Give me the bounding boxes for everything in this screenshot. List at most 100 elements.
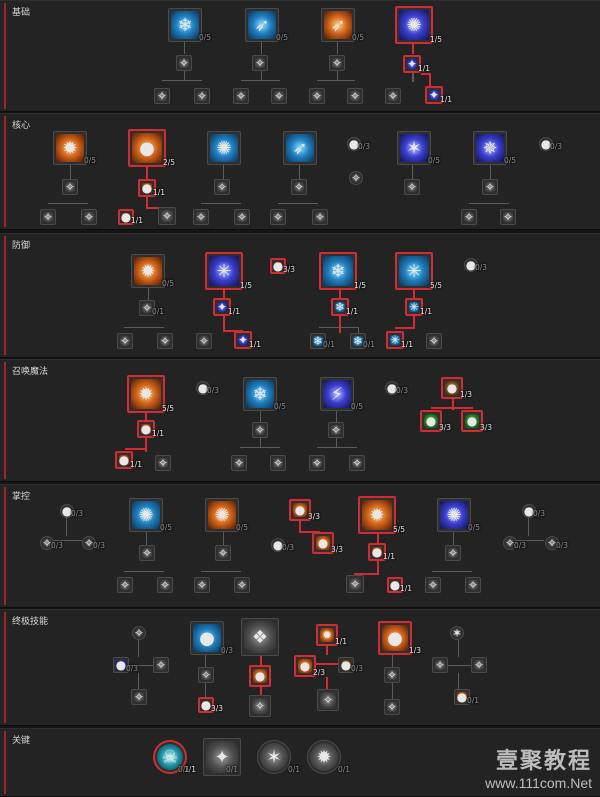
skill-node[interactable]: ✧ xyxy=(349,171,363,185)
skill-node[interactable]: ✶ xyxy=(450,626,464,640)
skill-node[interactable]: ✧ xyxy=(193,209,209,225)
skill-node[interactable]: ✧ xyxy=(465,577,481,593)
skill-node[interactable]: ✶ xyxy=(397,131,431,165)
skill-node[interactable]: ✧ xyxy=(309,455,325,471)
skill-node[interactable]: ✧ xyxy=(153,657,169,673)
passive-icon: ✧ xyxy=(311,456,323,470)
skill-node[interactable]: ✧ xyxy=(194,577,210,593)
skill-node[interactable]: ✧ xyxy=(154,88,170,104)
connector xyxy=(260,438,261,447)
skill-node[interactable]: ❄ xyxy=(319,252,357,290)
skill-node[interactable]: ✧ xyxy=(312,209,328,225)
skill-node[interactable]: ✧ xyxy=(445,545,461,561)
skill-node[interactable]: ✧ xyxy=(157,577,173,593)
skill-node[interactable]: ✧ xyxy=(139,545,155,561)
skill-node[interactable]: ✧ xyxy=(157,333,173,349)
section-accent-bar xyxy=(4,3,6,109)
skill-node[interactable]: ✺ xyxy=(129,498,163,532)
skill-node[interactable]: ✧ xyxy=(385,88,401,104)
skill-node[interactable]: ✺ xyxy=(205,498,239,532)
skill-node[interactable]: ✧ xyxy=(117,577,133,593)
skill-node[interactable]: ➶ xyxy=(283,131,317,165)
skill-rank: 2/5 xyxy=(163,158,176,167)
skill-node[interactable]: ● xyxy=(378,621,412,655)
skill-node[interactable]: ✺ xyxy=(437,498,471,532)
skill-node[interactable]: ⚡ xyxy=(320,377,354,411)
skill-node[interactable]: ✧ xyxy=(317,689,339,711)
arcane-upgrade-icon: ✦ xyxy=(406,57,418,71)
passive-icon: ✧ xyxy=(351,456,363,470)
skill-node[interactable]: ✧ xyxy=(309,88,325,104)
skill-rank: 0/3 xyxy=(93,541,106,550)
skill-node[interactable]: ✧ xyxy=(198,667,214,683)
skill-node[interactable]: ✧ xyxy=(461,209,477,225)
skill-node[interactable]: ✧ xyxy=(132,626,146,640)
skill-node[interactable]: ✧ xyxy=(81,209,97,225)
skill-node[interactable]: ✧ xyxy=(249,695,271,717)
skill-node[interactable]: ✹ xyxy=(53,131,87,165)
skill-node[interactable]: ✧ xyxy=(482,179,498,195)
skill-node[interactable]: ✺ xyxy=(395,6,433,44)
skill-node[interactable]: ✧ xyxy=(329,55,345,71)
skill-node[interactable]: ✧ xyxy=(270,209,286,225)
skill-node[interactable]: ✧ xyxy=(214,179,230,195)
skill-node[interactable]: ✧ xyxy=(40,209,56,225)
skill-node[interactable]: ✧ xyxy=(291,179,307,195)
skill-node[interactable]: ✧ xyxy=(231,455,247,471)
skill-node[interactable]: ● xyxy=(190,621,224,655)
skill-node[interactable]: ✧ xyxy=(176,55,192,71)
skill-node[interactable]: ✧ xyxy=(347,88,363,104)
section-accent-bar xyxy=(4,612,6,723)
skill-node[interactable]: ● xyxy=(128,129,166,167)
section-panel: 基础 xyxy=(0,0,600,112)
skill-node[interactable]: ✺ xyxy=(207,131,241,165)
skill-node[interactable]: ✹ xyxy=(307,740,341,774)
skill-rank: 0/5 xyxy=(160,523,173,532)
skill-node[interactable]: ✧ xyxy=(252,55,268,71)
skill-node[interactable]: ✧ xyxy=(233,88,249,104)
skill-node[interactable]: ● xyxy=(249,665,271,687)
skill-node[interactable]: ✧ xyxy=(158,207,176,225)
skill-node[interactable]: ✧ xyxy=(194,88,210,104)
skill-node[interactable]: ✧ xyxy=(196,333,212,349)
skill-node[interactable]: ✧ xyxy=(155,455,171,471)
skill-node[interactable]: ✧ xyxy=(252,422,268,438)
skill-node[interactable]: ➶ xyxy=(321,8,355,42)
passive-icon: ✧ xyxy=(155,658,167,672)
skill-node[interactable]: ✧ xyxy=(131,689,147,705)
skill-node[interactable]: ✧ xyxy=(349,455,365,471)
skill-rank: 0/3 xyxy=(533,509,546,518)
skill-node[interactable]: ✧ xyxy=(471,657,487,673)
skill-node[interactable]: ✧ xyxy=(234,577,250,593)
skill-node[interactable]: ✧ xyxy=(384,699,400,715)
skill-node[interactable]: ✧ xyxy=(500,209,516,225)
skill-node[interactable]: ✳ xyxy=(205,252,243,290)
skill-node[interactable]: ➶ xyxy=(245,8,279,42)
skill-node[interactable]: ✵ xyxy=(473,131,507,165)
skill-node[interactable]: ✹ xyxy=(358,496,396,534)
skill-node[interactable]: ✧ xyxy=(117,333,133,349)
skill-node[interactable]: ✧ xyxy=(215,545,231,561)
skill-node[interactable]: ✶ xyxy=(257,740,291,774)
skill-node[interactable]: ❄ xyxy=(168,8,202,42)
skill-node[interactable]: ❖ xyxy=(241,618,279,656)
skill-node[interactable]: ✧ xyxy=(426,333,442,349)
skill-node[interactable]: ✳ xyxy=(395,252,433,290)
skill-node[interactable]: ✧ xyxy=(346,575,364,593)
skill-node[interactable]: ❄ xyxy=(243,377,277,411)
skill-node[interactable]: ✧ xyxy=(270,455,286,471)
section-title: 召唤魔法 xyxy=(12,367,49,377)
skill-node[interactable]: ✹ xyxy=(131,254,165,288)
skill-node[interactable]: ✹ xyxy=(127,375,165,413)
skill-node[interactable]: ✧ xyxy=(384,667,400,683)
skill-node[interactable]: ✧ xyxy=(271,88,287,104)
skill-rank: 0/5 xyxy=(276,33,289,42)
skill-node[interactable]: ✧ xyxy=(432,657,448,673)
skill-node[interactable]: ✧ xyxy=(404,179,420,195)
skill-node[interactable]: ✧ xyxy=(328,422,344,438)
watermark: 壹聚教程 www.111com.Net xyxy=(485,743,592,791)
skill-node[interactable]: ✧ xyxy=(62,179,78,195)
passive-icon: ✧ xyxy=(386,700,398,714)
skill-node[interactable]: ✧ xyxy=(425,577,441,593)
skill-node[interactable]: ✧ xyxy=(234,209,250,225)
